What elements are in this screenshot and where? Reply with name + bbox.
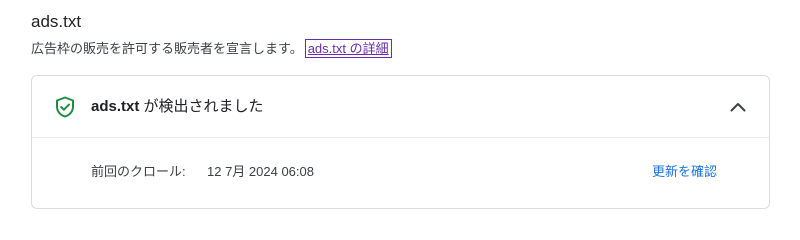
shield-check-icon: [56, 96, 74, 118]
status-title-filename: ads.txt: [91, 98, 140, 115]
section-description-text: 広告枠の販売を許可する販売者を宣言します。: [31, 41, 303, 56]
section-title: ads.txt: [31, 12, 82, 31]
last-crawl-value: 12 7月 2024 06:08: [207, 164, 314, 179]
status-title-text: が検出されました: [139, 98, 264, 115]
chevron-up-icon[interactable]: [729, 98, 747, 116]
last-crawl-label: 前回のクロール:: [91, 164, 186, 179]
recheck-button[interactable]: 更新を確認: [652, 163, 717, 181]
status-card-header[interactable]: ads.txt が検出されました: [32, 76, 769, 138]
status-title: ads.txt が検出されました: [91, 96, 264, 117]
ads-txt-status-card: ads.txt が検出されました 前回のクロール: 12 7月 2024 06:…: [31, 75, 770, 209]
section-description: 広告枠の販売を許可する販売者を宣言します。 ads.txt の詳細: [31, 39, 392, 58]
status-card-body: 前回のクロール: 12 7月 2024 06:08 更新を確認: [32, 138, 769, 208]
ads-txt-details-link[interactable]: ads.txt の詳細: [304, 39, 392, 58]
